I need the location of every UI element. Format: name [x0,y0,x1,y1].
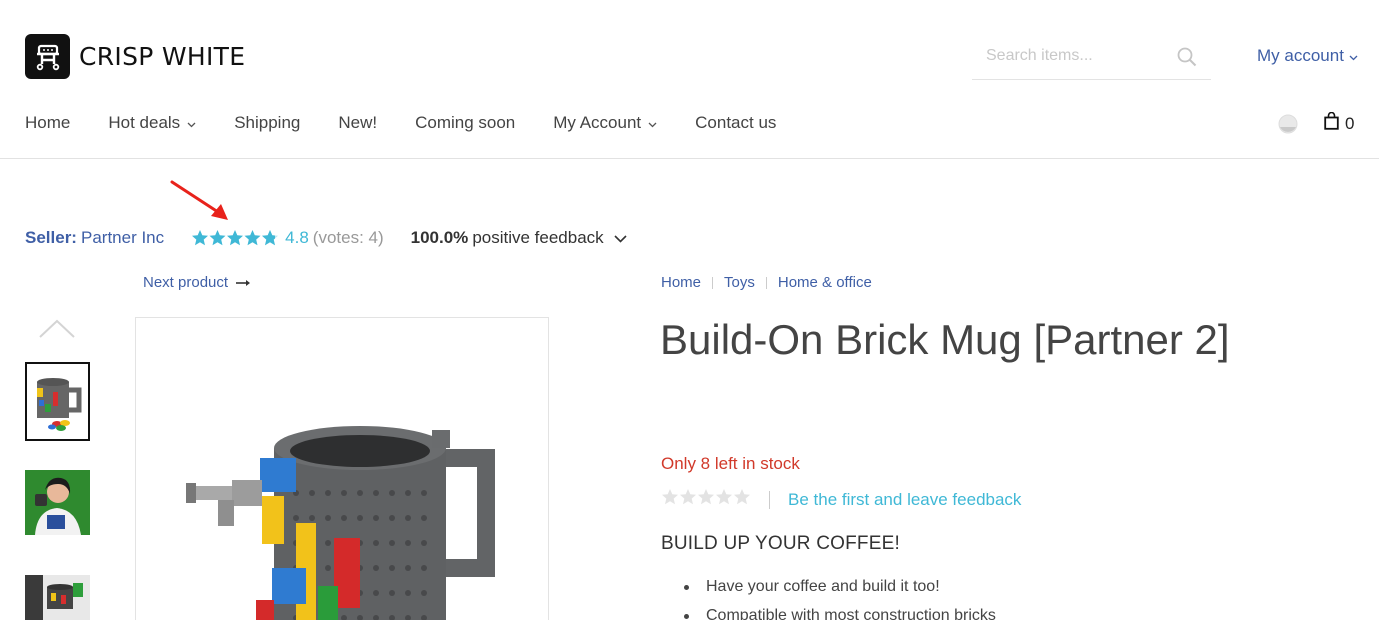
chevron-up-icon[interactable] [38,318,76,345]
seller-rating-stars[interactable] [191,229,279,247]
shopping-bag-icon [1324,111,1339,135]
nav-item-shipping[interactable]: Shipping [234,113,300,133]
my-account-label: My account [1257,46,1344,65]
nav-label: New! [338,113,378,132]
chevron-down-icon [187,113,196,133]
chevron-down-icon [1349,46,1358,66]
product-rating: Be the first and leave feedback [661,488,1021,511]
thumbnail-person-drinking[interactable] [25,470,90,535]
next-product-link[interactable]: Next product [143,274,251,291]
seller-rating-value[interactable]: 4.8 [285,228,309,248]
breadcrumb-separator [712,276,714,289]
thumbnail-desk-scene[interactable] [25,575,90,620]
feedback-text: positive feedback [472,228,604,247]
seller-label: Seller: [25,228,77,247]
breadcrumb: Home Toys Home & office [661,274,872,291]
next-product-label: Next product [143,274,229,291]
nav-label: Hot deals [108,113,181,132]
feature-list: Have your coffee and build it too! Compa… [684,578,996,620]
arrow-right-icon [236,279,251,286]
product-main-image[interactable] [135,317,549,620]
nav-item-contact-us[interactable]: Contact us [695,113,776,133]
thumbnail-mug-bricks[interactable] [25,362,90,441]
header-divider [0,158,1379,159]
brand-name: CRISP WHITE [79,42,246,71]
search-box [972,34,1211,80]
product-title: Build-On Brick Mug [Partner 2] [660,316,1230,363]
header-tools: 0 [1278,111,1355,135]
search-input[interactable] [972,34,1162,78]
nav-label: Coming soon [415,113,516,132]
nav-label: My Account [553,113,642,132]
site-logo[interactable]: CRISP WHITE [25,34,245,79]
cart-button[interactable]: 0 [1324,111,1355,135]
chevron-down-icon [648,113,657,133]
chevron-down-icon [614,228,627,248]
rating-separator [769,490,770,509]
stock-status: Only 8 left in stock [661,454,800,473]
cart-robot-logo-icon [25,34,70,79]
nav-item-home[interactable]: Home [25,113,70,133]
product-subheading: BUILD UP YOUR COFFEE! [661,533,900,554]
my-account-dropdown[interactable]: My account [1257,46,1358,66]
breadcrumb-separator [765,276,767,289]
seller-votes: (votes: 4) [312,228,384,247]
leave-feedback-link[interactable]: Be the first and leave feedback [788,490,1021,510]
breadcrumb-home-office[interactable]: Home & office [778,274,872,291]
cart-count: 0 [1345,113,1355,133]
theme-toggle-icon[interactable] [1278,114,1298,134]
seller-info: Seller: Partner Inc 4.8 (votes: 4) 100.0… [25,228,627,248]
nav-label: Contact us [695,113,777,132]
empty-rating-stars-icon[interactable] [661,488,751,511]
annotation-arrow-icon [168,178,234,229]
nav-label: Shipping [234,113,301,132]
nav-label: Home [25,113,71,132]
breadcrumb-toys[interactable]: Toys [724,274,755,291]
seller-name-link[interactable]: Partner Inc [81,228,164,248]
feedback-dropdown[interactable]: 100.0% positive feedback [411,228,627,248]
list-item: Compatible with most construction bricks [684,607,996,620]
nav-item-coming-soon[interactable]: Coming soon [415,113,515,133]
nav-item-hot-deals[interactable]: Hot deals [108,113,196,133]
nav-item-my-account[interactable]: My Account [553,113,657,133]
list-item: Have your coffee and build it too! [684,578,996,607]
feedback-percent: 100.0% [410,228,469,247]
search-icon[interactable] [1177,47,1197,72]
main-nav: Home Hot deals Shipping New! Coming soon… [25,113,814,133]
nav-item-new[interactable]: New! [338,113,377,133]
breadcrumb-home[interactable]: Home [661,274,701,291]
